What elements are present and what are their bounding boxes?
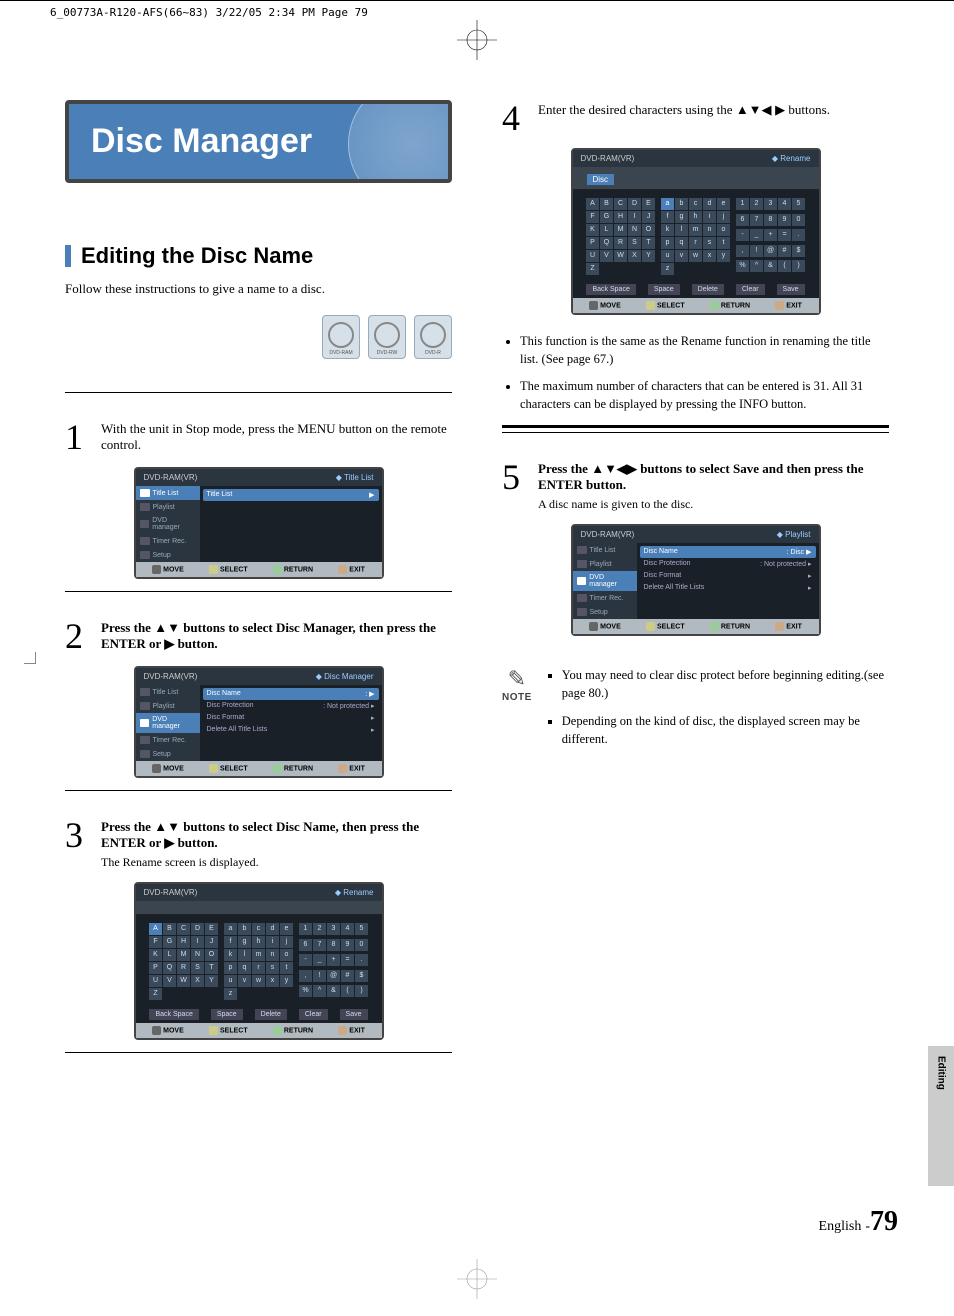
keyboard-upper: ABCDEFGHIJKLMNOPQRSTUVWXYZ bbox=[149, 923, 218, 1000]
media-icon-dvd-r: DVD-R bbox=[414, 315, 452, 359]
step-text: Press the ▲▼ buttons to select Disc Name… bbox=[101, 817, 452, 870]
keyboard-nums: 1234567890-_+=.,!@#$%^&() bbox=[299, 923, 368, 1000]
keyboard-upper: ABCDEFGHIJKLMNOPQRSTUVWXYZ bbox=[586, 198, 655, 275]
section-heading-text: Editing the Disc Name bbox=[81, 243, 313, 269]
step-number: 1 bbox=[65, 419, 95, 455]
page-footer: English -79 bbox=[819, 1206, 898, 1238]
screenshot-4: DVD-RAM(VR)◆ Rename Disc ABCDEFGHIJKLMNO… bbox=[571, 148, 821, 315]
step-text: With the unit in Stop mode, press the ME… bbox=[101, 419, 452, 455]
step-text: Press the ▲▼ buttons to select Disc Mana… bbox=[101, 618, 452, 654]
step-number: 5 bbox=[502, 459, 532, 512]
section-heading: Editing the Disc Name bbox=[65, 243, 452, 269]
side-tab: Editing bbox=[928, 1046, 954, 1186]
step-5: 5 Press the ▲▼◀▶ buttons to select Save … bbox=[502, 459, 889, 512]
step-text: Press the ▲▼◀▶ buttons to select Save an… bbox=[538, 459, 889, 512]
keyboard-nums: 1234567890-_+=.,!@#$%^&() bbox=[736, 198, 805, 275]
intro-text: Follow these instructions to give a name… bbox=[65, 281, 452, 297]
crop-mark-top bbox=[457, 20, 497, 60]
disc-illustration bbox=[348, 100, 452, 183]
step-number: 2 bbox=[65, 618, 95, 654]
step-4: 4 Enter the desired characters using the… bbox=[502, 100, 889, 136]
note-label: NOTE bbox=[502, 692, 532, 703]
note-item: Depending on the kind of disc, the displ… bbox=[562, 712, 889, 748]
screenshot-2: DVD-RAM(VR)◆ Disc Manager Title List Pla… bbox=[134, 666, 384, 778]
step-text: Enter the desired characters using the ▲… bbox=[538, 100, 889, 136]
step-3: 3 Press the ▲▼ buttons to select Disc Na… bbox=[65, 817, 452, 870]
crop-mark-bottom bbox=[457, 1259, 497, 1304]
keyboard-lower: abcdefghijklmnopqrstuvwxyz bbox=[661, 198, 730, 275]
step-number: 3 bbox=[65, 817, 95, 870]
title-banner: Disc Manager bbox=[65, 100, 452, 183]
side-tab-label: Editing bbox=[936, 1056, 947, 1090]
bullet-item: The maximum number of characters that ca… bbox=[520, 378, 889, 413]
media-icon-dvd-ram: DVD-RAM bbox=[322, 315, 360, 359]
keyboard-lower: abcdefghijklmnopqrstuvwxyz bbox=[224, 923, 293, 1000]
media-icons-row: DVD-RAM DVD-RW DVD-R bbox=[65, 315, 452, 364]
print-header: 6_00773A-R120-AFS(66~83) 3/22/05 2:34 PM… bbox=[50, 6, 368, 19]
pencil-icon: ✎ bbox=[502, 666, 532, 692]
note-block: ✎ NOTE You may need to clear disc protec… bbox=[502, 666, 889, 759]
screenshot-3: DVD-RAM(VR)◆ Rename ABCDEFGHIJKLMNOPQRST… bbox=[134, 882, 384, 1040]
bullet-item: This function is the same as the Rename … bbox=[520, 333, 889, 368]
step-2: 2 Press the ▲▼ buttons to select Disc Ma… bbox=[65, 618, 452, 654]
info-bullets: This function is the same as the Rename … bbox=[520, 333, 889, 413]
step-1: 1 With the unit in Stop mode, press the … bbox=[65, 419, 452, 455]
note-item: You may need to clear disc protect befor… bbox=[562, 666, 889, 702]
screenshot-1: DVD-RAM(VR)◆ Title List Title List Playl… bbox=[134, 467, 384, 579]
step-number: 4 bbox=[502, 100, 532, 136]
screenshot-5: DVD-RAM(VR)◆ Playlist Title List Playlis… bbox=[571, 524, 821, 636]
media-icon-dvd-rw: DVD-RW bbox=[368, 315, 406, 359]
